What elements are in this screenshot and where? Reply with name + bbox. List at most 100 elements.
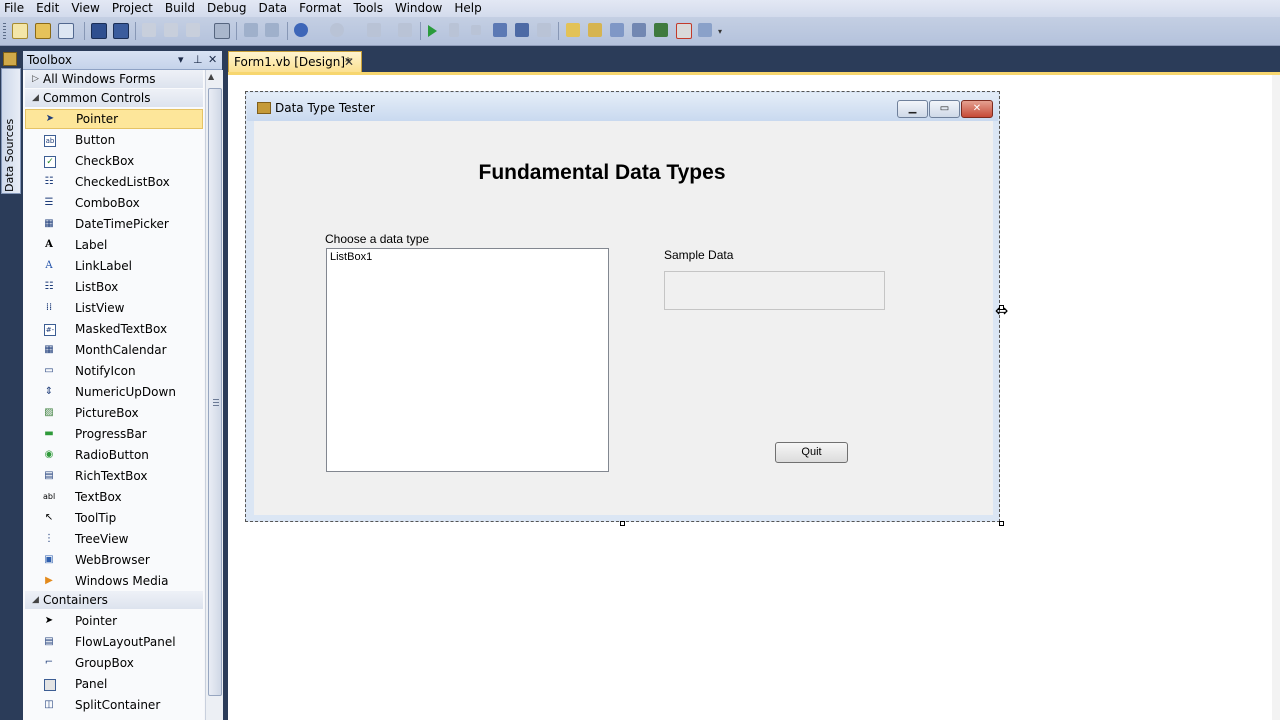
redo-icon[interactable] bbox=[330, 23, 344, 37]
close-icon[interactable]: ✕ bbox=[208, 53, 217, 66]
toolbar-overflow-icon[interactable]: ▾ bbox=[718, 27, 722, 36]
menu-tools[interactable]: Tools bbox=[347, 0, 389, 17]
menu-file[interactable]: File bbox=[0, 0, 30, 17]
indent-icon[interactable] bbox=[515, 23, 529, 37]
close-icon[interactable]: ✕ bbox=[344, 52, 354, 72]
open-icon[interactable] bbox=[35, 23, 51, 39]
form-data-type-tester[interactable]: Data Type Tester ▁ ▭ ✕ Fundamental Data … bbox=[245, 91, 1000, 522]
start-page-icon[interactable] bbox=[398, 23, 412, 37]
outdent-icon[interactable] bbox=[537, 23, 551, 37]
toolbox-item-richtextbox[interactable]: ▤ RichTextBox bbox=[25, 466, 203, 486]
toolbox-item-splitcontainer[interactable]: ◫ SplitContainer bbox=[25, 695, 203, 715]
pause-icon[interactable] bbox=[449, 23, 459, 37]
toolbox-item-radiobutton[interactable]: ◉ RadioButton bbox=[25, 445, 203, 465]
comment-icon[interactable] bbox=[244, 23, 258, 37]
object-browser-icon[interactable] bbox=[610, 23, 624, 37]
toolbox-item-label[interactable]: A Label bbox=[25, 235, 203, 255]
toolbox-scrollbar[interactable]: ▲ bbox=[205, 70, 223, 720]
uncomment-icon[interactable] bbox=[265, 23, 279, 37]
toolbox-item-flowlayoutpanel[interactable]: ▤ FlowLayoutPanel bbox=[25, 632, 203, 652]
toolbox-item-button[interactable]: ab Button bbox=[25, 130, 203, 150]
sample-data-box[interactable] bbox=[664, 271, 885, 310]
layout-icon[interactable] bbox=[698, 23, 712, 37]
toolbox-item-datetimepicker[interactable]: ▦ DateTimePicker bbox=[25, 214, 203, 234]
toolbox-item-combobox[interactable]: ☰ ComboBox bbox=[25, 193, 203, 213]
resize-handle-bottom[interactable] bbox=[620, 521, 625, 526]
toolbox-item-notifyicon[interactable]: ▭ NotifyIcon bbox=[25, 361, 203, 381]
toolbox-item-progressbar[interactable]: ▬ ProgressBar bbox=[25, 424, 203, 444]
toolbox-item-pointer[interactable]: ➤ Pointer bbox=[25, 109, 203, 129]
toolbox-item-windows-media-player[interactable]: ▶ Windows Media Player bbox=[25, 571, 203, 608]
choose-data-type-label[interactable]: Choose a data type bbox=[325, 232, 429, 246]
toolbox-item-picturebox[interactable]: ▨ PictureBox bbox=[25, 403, 203, 423]
new-project-icon[interactable] bbox=[12, 23, 28, 39]
sample-data-label[interactable]: Sample Data bbox=[664, 248, 733, 262]
form-client-area[interactable]: Fundamental Data Types Choose a data typ… bbox=[254, 121, 993, 515]
cut-icon[interactable] bbox=[142, 23, 156, 37]
scroll-up-icon[interactable]: ▲ bbox=[208, 72, 214, 81]
toolbox-item-textbox[interactable]: abl TextBox bbox=[25, 487, 203, 507]
undo-icon[interactable] bbox=[294, 23, 308, 37]
dropdown-arrow-icon[interactable]: ▾ bbox=[178, 53, 184, 66]
data-sources-label[interactable]: Data Sources bbox=[3, 72, 16, 192]
toolbox-item-checkbox[interactable]: ✓ CheckBox bbox=[25, 151, 203, 171]
toolbox-item-label: RichTextBox bbox=[75, 469, 148, 483]
menu-debug[interactable]: Debug bbox=[201, 0, 252, 17]
data-sources-icon[interactable] bbox=[3, 52, 17, 66]
extension-icon[interactable] bbox=[654, 23, 668, 37]
category-common-controls[interactable]: ◢ Common Controls bbox=[25, 89, 203, 107]
toolbox-item-numericupdown[interactable]: ⇕ NumericUpDown bbox=[25, 382, 203, 402]
toolbox-item-maskedtextbox[interactable]: #- MaskedTextBox bbox=[25, 319, 203, 339]
find-icon[interactable] bbox=[214, 23, 230, 39]
quit-button[interactable]: Quit bbox=[775, 442, 848, 463]
start-icon[interactable] bbox=[428, 25, 437, 37]
toolbox-item-listbox[interactable]: ☷ ListBox bbox=[25, 277, 203, 297]
toolbar-grip[interactable] bbox=[3, 23, 6, 39]
expand-icon[interactable]: ▷ bbox=[32, 70, 39, 88]
menu-help[interactable]: Help bbox=[448, 0, 487, 17]
toolbox-item-checkedlistbox[interactable]: ☷ CheckedListBox bbox=[25, 172, 203, 192]
copy-icon[interactable] bbox=[164, 23, 178, 37]
add-item-icon[interactable] bbox=[58, 23, 74, 39]
collapse-icon[interactable]: ◢ bbox=[32, 89, 39, 107]
maximize-button[interactable]: ▭ bbox=[929, 100, 960, 118]
error-list-icon[interactable] bbox=[676, 23, 692, 39]
menu-view[interactable]: View bbox=[65, 0, 105, 17]
solution-explorer-icon[interactable] bbox=[566, 23, 580, 37]
toolbox-item-monthcalendar[interactable]: ▦ MonthCalendar bbox=[25, 340, 203, 360]
pin-icon[interactable]: ⊥ bbox=[193, 53, 203, 66]
toolbox-item-groupbox[interactable]: ⌐ GroupBox bbox=[25, 653, 203, 673]
save-all-icon[interactable] bbox=[113, 23, 129, 39]
paste-icon[interactable] bbox=[186, 23, 200, 37]
toolbox-item-panel[interactable]: Panel bbox=[25, 674, 203, 694]
menu-data[interactable]: Data bbox=[252, 0, 293, 17]
menu-edit[interactable]: Edit bbox=[30, 0, 65, 17]
toolbox-item-pointer[interactable]: ➤ Pointer bbox=[25, 611, 203, 631]
menu-format[interactable]: Format bbox=[293, 0, 347, 17]
save-icon[interactable] bbox=[91, 23, 107, 39]
toolbox-item-tooltip[interactable]: ↖ ToolTip bbox=[25, 508, 203, 528]
step-icon[interactable] bbox=[493, 23, 507, 37]
menu-build[interactable]: Build bbox=[159, 0, 201, 17]
category-containers[interactable]: ◢ Containers bbox=[25, 591, 203, 609]
minimize-button[interactable]: ▁ bbox=[897, 100, 928, 118]
tab-form1-design[interactable]: Form1.vb [Design]* ✕ bbox=[228, 51, 362, 73]
design-surface[interactable]: Data Type Tester ▁ ▭ ✕ Fundamental Data … bbox=[228, 75, 1280, 720]
menu-window[interactable]: Window bbox=[389, 0, 448, 17]
navigate-icon[interactable] bbox=[367, 23, 381, 37]
stop-icon[interactable] bbox=[471, 25, 481, 35]
resize-handle-corner[interactable] bbox=[999, 521, 1004, 526]
data-type-listbox[interactable]: ListBox1 bbox=[326, 248, 609, 472]
heading-label[interactable]: Fundamental Data Types bbox=[254, 161, 950, 185]
close-button[interactable]: ✕ bbox=[961, 100, 993, 118]
menu-project[interactable]: Project bbox=[106, 0, 159, 17]
properties-icon[interactable] bbox=[588, 23, 602, 37]
scrollbar-thumb[interactable] bbox=[208, 88, 222, 696]
collapse-icon[interactable]: ◢ bbox=[32, 591, 39, 609]
toolbox-icon[interactable] bbox=[632, 23, 646, 37]
toolbox-item-webbrowser[interactable]: ▣ WebBrowser bbox=[25, 550, 203, 570]
toolbox-item-linklabel[interactable]: A LinkLabel bbox=[25, 256, 203, 276]
toolbox-item-treeview[interactable]: ⋮ TreeView bbox=[25, 529, 203, 549]
toolbox-item-listview[interactable]: ⁞⁞ ListView bbox=[25, 298, 203, 318]
category-all-windows-forms[interactable]: ▷ All Windows Forms bbox=[25, 70, 203, 88]
